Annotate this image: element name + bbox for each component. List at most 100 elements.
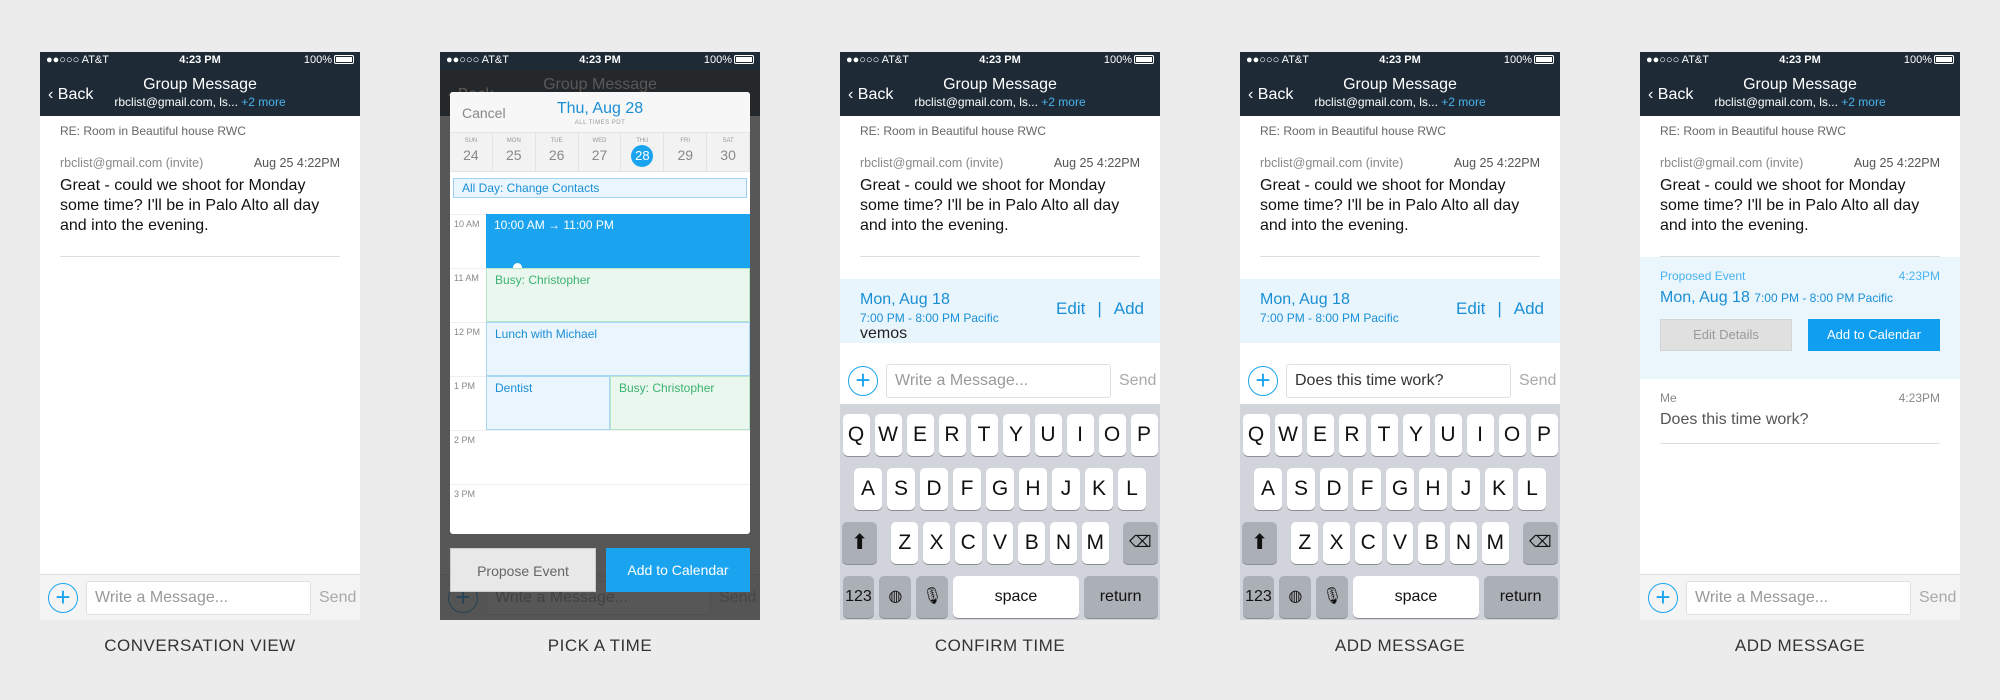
key-y[interactable]: Y xyxy=(1402,414,1430,456)
edit-event-link[interactable]: Edit xyxy=(1456,299,1485,318)
add-event-link[interactable]: Add xyxy=(1514,299,1544,318)
key-k[interactable]: K xyxy=(1485,468,1513,510)
shift-key[interactable]: ⬆ xyxy=(1242,522,1277,564)
key-u[interactable]: U xyxy=(1034,414,1062,456)
day-tue[interactable]: TUE 26 xyxy=(536,133,579,171)
key-c[interactable]: C xyxy=(1354,522,1382,564)
key-b[interactable]: B xyxy=(1018,522,1046,564)
key-a[interactable]: A xyxy=(1254,468,1282,510)
key-d[interactable]: D xyxy=(1320,468,1348,510)
message-input[interactable] xyxy=(1686,580,1911,615)
key-e[interactable]: E xyxy=(906,414,934,456)
key-n[interactable]: N xyxy=(1450,522,1477,564)
microphone-icon[interactable]: 🎙 xyxy=(916,576,949,618)
key-v[interactable]: V xyxy=(986,522,1014,564)
recipients[interactable]: rbclist@gmail.com, ls... +2 more xyxy=(1640,95,1960,109)
key-l[interactable]: L xyxy=(1118,468,1146,510)
numbers-key[interactable]: 123 xyxy=(1242,576,1275,618)
edit-details-button[interactable]: Edit Details xyxy=(1660,319,1792,351)
key-e[interactable]: E xyxy=(1306,414,1334,456)
day-sat[interactable]: SAT 30 xyxy=(707,133,750,171)
key-s[interactable]: S xyxy=(887,468,915,510)
day-mon[interactable]: MON 25 xyxy=(493,133,536,171)
send-button[interactable]: Send xyxy=(1119,372,1156,390)
hour-row[interactable]: 2 PM xyxy=(450,430,750,484)
globe-icon[interactable]: ◍ xyxy=(1279,576,1312,618)
return-key[interactable]: return xyxy=(1083,576,1158,618)
key-b[interactable]: B xyxy=(1418,522,1446,564)
key-v[interactable]: V xyxy=(1386,522,1414,564)
send-button[interactable]: Send xyxy=(1519,372,1556,390)
recipients[interactable]: rbclist@gmail.com, ls... +2 more xyxy=(1240,95,1560,109)
space-key[interactable]: space xyxy=(953,576,1079,618)
space-key[interactable]: space xyxy=(1353,576,1479,618)
key-r[interactable]: R xyxy=(1338,414,1366,456)
add-attachment-button[interactable]: + xyxy=(1648,582,1678,613)
key-q[interactable]: Q xyxy=(842,414,870,456)
key-j[interactable]: J xyxy=(1052,468,1080,510)
add-event-link[interactable]: Add xyxy=(1114,299,1144,318)
send-button[interactable]: Send xyxy=(319,589,356,607)
key-m[interactable]: M xyxy=(1081,522,1109,564)
key-m[interactable]: M xyxy=(1481,522,1509,564)
key-n[interactable]: N xyxy=(1050,522,1077,564)
message-input[interactable] xyxy=(886,364,1111,398)
key-h[interactable]: H xyxy=(1419,468,1447,510)
hour-row[interactable]: 3 PM xyxy=(450,484,750,534)
add-to-calendar-button[interactable]: Add to Calendar xyxy=(606,548,750,592)
key-f[interactable]: F xyxy=(953,468,981,510)
key-k[interactable]: K xyxy=(1085,468,1113,510)
key-z[interactable]: Z xyxy=(891,522,919,564)
key-o[interactable]: O xyxy=(1098,414,1126,456)
day-grid[interactable]: 3 PM 2 PM 1 PM 12 PM 11 AM 10 AM 10:00 AM → 1… xyxy=(450,204,750,524)
edit-event-link[interactable]: Edit xyxy=(1056,299,1085,318)
selected-time-block[interactable]: 10:00 AM → 11:00 PM xyxy=(486,214,750,268)
microphone-icon[interactable]: 🎙 xyxy=(1316,576,1349,618)
key-y[interactable]: Y xyxy=(1002,414,1030,456)
key-z[interactable]: Z xyxy=(1291,522,1319,564)
key-s[interactable]: S xyxy=(1287,468,1315,510)
key-f[interactable]: F xyxy=(1353,468,1381,510)
day-sun[interactable]: SUN 24 xyxy=(450,133,493,171)
recipients[interactable]: rbclist@gmail.com, ls... +2 more xyxy=(840,95,1160,109)
shift-key[interactable]: ⬆ xyxy=(842,522,877,564)
key-i[interactable]: I xyxy=(1066,414,1094,456)
day-fri[interactable]: FRI 29 xyxy=(664,133,708,171)
globe-icon[interactable]: ◍ xyxy=(879,576,912,618)
send-button[interactable]: Send xyxy=(1919,589,1956,607)
key-t[interactable]: T xyxy=(970,414,998,456)
key-g[interactable]: G xyxy=(1386,468,1414,510)
calendar-event[interactable]: Lunch with Michael xyxy=(486,322,750,376)
key-l[interactable]: L xyxy=(1518,468,1546,510)
key-t[interactable]: T xyxy=(1370,414,1398,456)
numbers-key[interactable]: 123 xyxy=(842,576,875,618)
key-a[interactable]: A xyxy=(854,468,882,510)
key-j[interactable]: J xyxy=(1452,468,1480,510)
key-x[interactable]: X xyxy=(1323,522,1350,564)
add-attachment-button[interactable]: + xyxy=(48,582,78,613)
add-attachment-button[interactable]: + xyxy=(1248,366,1278,396)
key-p[interactable]: P xyxy=(1530,414,1558,456)
key-p[interactable]: P xyxy=(1130,414,1158,456)
key-q[interactable]: Q xyxy=(1242,414,1270,456)
key-r[interactable]: R xyxy=(938,414,966,456)
day-thu[interactable]: THU 28 xyxy=(621,133,665,171)
delete-key-icon[interactable]: ⌫ xyxy=(1523,522,1558,564)
delete-key-icon[interactable]: ⌫ xyxy=(1123,522,1158,564)
day-wed[interactable]: WED 27 xyxy=(579,133,622,171)
key-g[interactable]: G xyxy=(986,468,1014,510)
message-input[interactable] xyxy=(1286,364,1511,398)
key-o[interactable]: O xyxy=(1498,414,1526,456)
key-x[interactable]: X xyxy=(923,522,950,564)
key-w[interactable]: W xyxy=(1274,414,1302,456)
key-w[interactable]: W xyxy=(874,414,902,456)
key-c[interactable]: C xyxy=(954,522,982,564)
key-d[interactable]: D xyxy=(920,468,948,510)
message-input[interactable] xyxy=(86,580,311,615)
key-i[interactable]: I xyxy=(1466,414,1494,456)
key-h[interactable]: H xyxy=(1019,468,1047,510)
all-day-event[interactable]: All Day: Change Contacts xyxy=(453,178,747,198)
return-key[interactable]: return xyxy=(1483,576,1558,618)
add-attachment-button[interactable]: + xyxy=(848,366,878,396)
propose-event-button[interactable]: Propose Event xyxy=(450,548,596,592)
